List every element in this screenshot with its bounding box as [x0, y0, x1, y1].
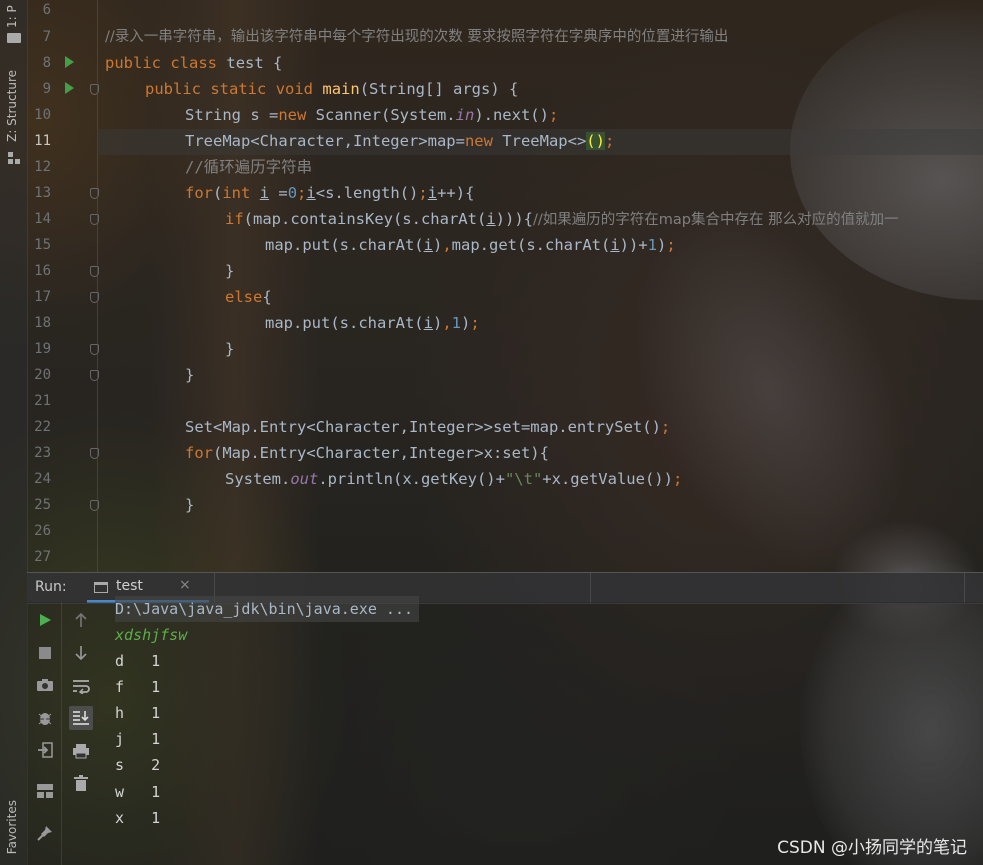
run-console: D:\Java\java_jdk\bin\java.exe ... xdshjf… [27, 596, 983, 865]
code-line: System.out.println(x.getKey()+"\t"+x.get… [225, 470, 683, 488]
watermark: CSDN @小扬同学的笔记 [777, 838, 967, 858]
login-icon[interactable] [36, 741, 54, 759]
line-number: 17 [34, 289, 51, 305]
stop-icon[interactable] [36, 644, 54, 662]
line-number: 8 [42, 55, 51, 71]
output-row: w 1 [115, 783, 161, 801]
close-icon[interactable]: × [179, 577, 191, 593]
line-number: 7 [42, 29, 51, 45]
pin-icon[interactable] [36, 824, 54, 842]
code-line: else{ [225, 288, 272, 306]
console-input: xdshjfsw [115, 626, 188, 644]
output-row: s 2 [115, 756, 161, 774]
scroll-to-end-icon[interactable] [69, 706, 93, 730]
folder-icon[interactable] [7, 33, 21, 43]
structure-icon[interactable] [8, 152, 20, 164]
code-line: public static void main(String[] args) { [145, 80, 519, 98]
soft-wrap-icon[interactable] [72, 677, 90, 695]
code-line: } [185, 496, 195, 514]
line-number: 16 [34, 263, 51, 279]
print-icon[interactable] [72, 742, 90, 760]
line-number: 24 [34, 471, 51, 487]
output-row: x 1 [115, 809, 161, 827]
line-number: 18 [34, 315, 51, 331]
line-number: 13 [34, 185, 51, 201]
down-arrow-icon[interactable] [72, 644, 90, 662]
output-row: j 1 [115, 730, 161, 748]
editor-gutter: 6 7 8 9 10 11 12 13 14 15 16 17 18 19 20… [27, 0, 99, 572]
line-number: 27 [34, 549, 51, 565]
code-line: String s =new Scanner(System.in).next(); [185, 106, 559, 124]
code-comment: //录入一串字符串，输出该字符串中每个字符出现的次数 要求按照字符在字典序中的位… [105, 29, 729, 45]
tab-label: test [116, 578, 143, 594]
line-number: 10 [34, 107, 51, 123]
project-tool-tab[interactable]: 1: P [5, 0, 19, 28]
line-number: 9 [42, 81, 51, 97]
line-number: 14 [34, 211, 51, 227]
structure-tool-tab[interactable]: Z: Structure [5, 70, 19, 142]
output-row: h 1 [115, 704, 161, 722]
favorites-tool-tab[interactable]: Favorites [5, 800, 19, 854]
line-number: 20 [34, 367, 51, 383]
code-line: map.put(s.charAt(i),1); [265, 314, 480, 332]
line-number: 6 [42, 2, 51, 18]
command-line: D:\Java\java_jdk\bin\java.exe ... [115, 596, 420, 623]
run-actions-column [27, 602, 61, 865]
layout-icon[interactable] [36, 782, 54, 800]
line-number-current: 11 [34, 133, 51, 149]
camera-icon[interactable] [36, 676, 54, 694]
run-main-icon[interactable] [65, 82, 74, 94]
code-line: for(int i =0;i<s.length();i++){ [185, 184, 475, 202]
trash-icon[interactable] [72, 774, 90, 792]
output-row: d 1 [115, 652, 161, 670]
code-line: if(map.containsKey(s.charAt(i))){//如果遍历的… [225, 210, 899, 228]
left-tool-strip: 1: P Z: Structure Favorites [0, 0, 28, 865]
console-actions-column [63, 602, 97, 865]
line-number: 25 [34, 497, 51, 513]
line-number: 19 [34, 341, 51, 357]
line-number: 15 [34, 237, 51, 253]
up-arrow-icon[interactable] [72, 611, 90, 629]
run-icon[interactable] [36, 611, 54, 629]
line-number: 23 [34, 445, 51, 461]
code-line: } [225, 262, 235, 280]
line-number: 22 [34, 419, 51, 435]
code-line: Set<Map.Entry<Character,Integer>>set=map… [185, 418, 671, 436]
code-line: } [185, 366, 195, 384]
run-class-icon[interactable] [65, 56, 74, 68]
code-comment: //循环遍历字符串 [185, 158, 313, 176]
code-line: for(Map.Entry<Character,Integer>x:set){ [185, 444, 549, 462]
run-label: Run: [35, 579, 67, 595]
code-line: } [225, 340, 235, 358]
debug-icon[interactable] [36, 709, 54, 727]
code-line-current: TreeMap<Character,Integer>map=new TreeMa… [185, 132, 615, 150]
console-tab-icon [94, 582, 108, 593]
line-number: 26 [34, 523, 51, 539]
line-number: 12 [34, 159, 51, 175]
line-number: 21 [34, 393, 51, 409]
code-line: public class test { [105, 54, 283, 72]
output-row: f 1 [115, 678, 161, 696]
code-line: map.put(s.charAt(i),map.get(s.charAt(i))… [265, 236, 676, 254]
